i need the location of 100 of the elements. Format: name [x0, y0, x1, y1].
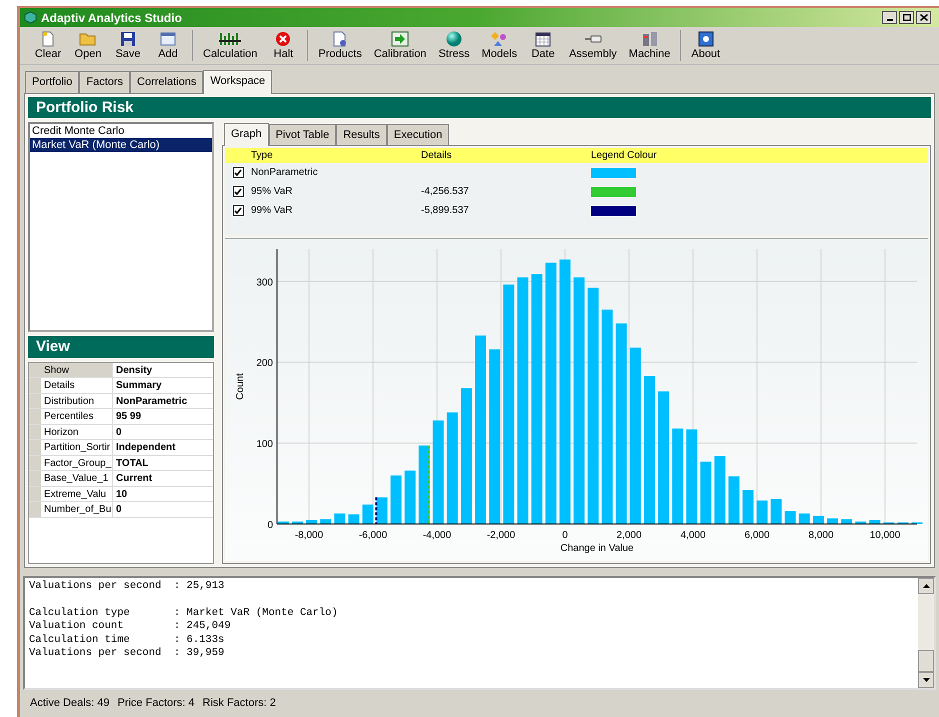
x-tick-label: 10,000 [870, 530, 900, 541]
bars-icon [219, 31, 242, 47]
x-tick-label: -8,000 [294, 530, 324, 541]
histogram-bar [827, 518, 838, 524]
folder-icon [79, 31, 97, 47]
tab[interactable]: Portfolio [25, 71, 80, 92]
check-icon [234, 168, 242, 176]
toolbar-button[interactable]: Save [108, 30, 148, 61]
row-header [29, 378, 41, 392]
toolbar-button[interactable]: Add [148, 30, 188, 61]
row-header [29, 440, 41, 454]
document-gear-icon [332, 31, 348, 47]
legend-details: -4,256.537 [421, 186, 469, 197]
toolbar-button[interactable]: Calibration [368, 30, 432, 61]
log-line: Calculation type : Market VaR (Monte Carlo) [29, 606, 339, 620]
property-name: Partition_Sortir [41, 440, 113, 454]
legend-type: 99% VaR [251, 204, 294, 218]
help-icon [698, 31, 714, 47]
log-line: Valuation count : 245,049 [29, 620, 232, 634]
row-header [29, 471, 41, 486]
legend-details: -5,899.537 [421, 205, 469, 216]
histogram-bar [362, 504, 374, 524]
tab[interactable]: Pivot Table [268, 124, 336, 145]
tab[interactable]: Factors [79, 71, 130, 92]
list-item[interactable]: Market VaR (Monte Carlo) [30, 138, 212, 152]
legend-type: 95% VaR [251, 185, 294, 199]
cube-icon [24, 11, 37, 24]
window-icon [160, 31, 176, 47]
reference-line [375, 497, 378, 524]
property-value: Density [115, 364, 154, 377]
minimize-icon [886, 19, 892, 21]
toolbar-button[interactable]: Date [523, 30, 564, 61]
property-value: 0 [115, 503, 123, 516]
toolbar-button[interactable]: Models [476, 30, 524, 61]
status-text: Risk Factors: 2 [202, 696, 276, 711]
x-tick-label: -4,000 [422, 530, 452, 541]
property-name: Factor_Group_ [41, 456, 113, 470]
log-line: Valuations per second : 25,913 [29, 580, 226, 593]
property-name: Base_Value_1 [41, 471, 113, 486]
histogram-bar [742, 490, 754, 524]
legend-type: NonParametric [251, 166, 319, 180]
x-tick-label: -2,000 [486, 530, 516, 541]
checkbox[interactable] [232, 186, 244, 197]
toolbar-button[interactable]: Open [68, 30, 108, 61]
histogram-bar [756, 500, 768, 524]
property-value: 95 99 [115, 410, 142, 424]
histogram-bar [404, 470, 416, 524]
document-icon [41, 31, 55, 47]
check-icon [234, 206, 242, 214]
property-name: Show [41, 362, 113, 377]
x-tick-label: -6,000 [358, 530, 388, 541]
property-name: Distribution [41, 394, 113, 408]
toolbar-button[interactable]: Calculation [197, 30, 264, 61]
toolbar-button[interactable]: Clear [28, 30, 68, 61]
maximize-icon [902, 14, 910, 21]
x-tick-label: 6,000 [744, 530, 770, 541]
tab[interactable]: Correlations [130, 71, 204, 92]
histogram-bar [728, 476, 740, 524]
property-value: Summary [115, 379, 163, 392]
tab[interactable]: Workspace [203, 70, 272, 94]
property-value: Independent [115, 441, 176, 454]
tab[interactable]: Execution [386, 124, 450, 145]
property-value: NonParametric [115, 394, 188, 408]
toolbar-button[interactable]: Products [312, 30, 368, 61]
scroll-up-button[interactable] [918, 578, 934, 594]
minimize-button[interactable] [882, 11, 897, 24]
column-header: Type [251, 149, 274, 163]
toolbar-button[interactable]: Assembly [563, 30, 623, 61]
checkbox[interactable] [232, 167, 244, 178]
property-value: 10 [115, 488, 128, 501]
histogram-bar [376, 497, 388, 524]
toolbar-button[interactable]: Stress [432, 30, 476, 61]
histogram-bar [700, 462, 712, 524]
close-button[interactable] [916, 11, 931, 24]
histogram-bar [292, 522, 303, 524]
property-name: Horizon [41, 424, 113, 439]
y-tick-label: 300 [256, 277, 273, 288]
toolbar-button[interactable]: Machine [622, 30, 676, 61]
checkbox[interactable] [232, 205, 244, 216]
x-tick-label: 2,000 [616, 530, 642, 541]
row-header [29, 394, 41, 408]
maximize-button[interactable] [899, 11, 914, 24]
histogram-bar [770, 498, 782, 524]
histogram-bar [714, 456, 726, 524]
histogram-bar [855, 522, 866, 524]
list-item[interactable]: Credit Monte Carlo [30, 124, 212, 138]
tab[interactable]: Graph [224, 122, 269, 146]
y-tick-label: 200 [256, 358, 273, 370]
toolbar-button[interactable]: About [685, 30, 726, 61]
property-name: Extreme_Valu [41, 486, 113, 501]
scroll-thumb[interactable] [918, 650, 934, 672]
x-tick-label: 0 [562, 530, 568, 541]
sphere-icon [446, 31, 462, 47]
histogram-bar [334, 513, 346, 524]
tab[interactable]: Results [336, 124, 387, 145]
toolbar-button[interactable]: Halt [263, 30, 304, 61]
log-line: Calculation time : 6.133s [29, 634, 226, 647]
histogram-bar [841, 519, 852, 524]
scroll-down-button[interactable] [918, 672, 934, 688]
row-header [29, 424, 41, 439]
